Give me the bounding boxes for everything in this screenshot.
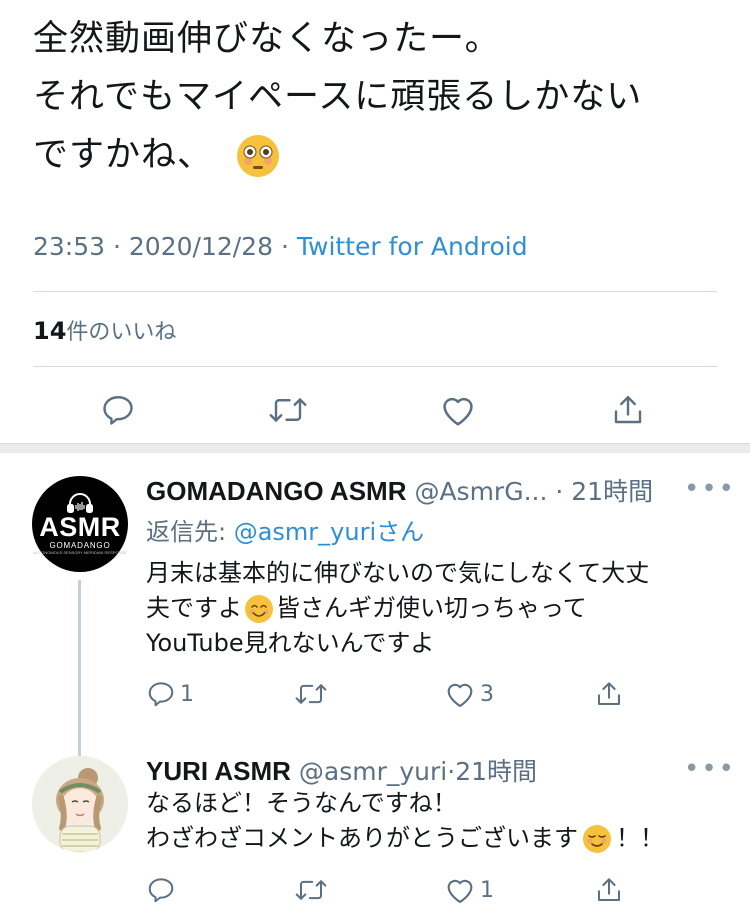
reply-icon — [148, 682, 174, 707]
tweet-line-2: それでもマイペースに頑張るしかない — [33, 77, 643, 117]
reply-age: 21時間 — [455, 757, 537, 786]
tweet-source-link[interactable]: Twitter for Android — [297, 232, 528, 261]
reply-line-2b: ！！ — [616, 824, 664, 852]
share-icon — [598, 682, 620, 705]
retweet-icon — [269, 398, 307, 422]
reply-header: YURI ASMR @asmr_yuri·21時間 — [146, 752, 537, 788]
avatar-logo-text: ASMR — [39, 512, 121, 542]
reply-line-3: YouTube見れないんですよ — [146, 629, 435, 657]
avatar-logo-subtext: GOMADANGO — [49, 541, 111, 550]
share-button[interactable] — [594, 872, 624, 908]
reply-line-1: 月末は基本的に伸びないので気にしなくて大丈 — [146, 559, 650, 587]
share-button[interactable] — [598, 385, 658, 435]
reply-line-2a: わざわざコメントありがとうございます — [146, 824, 578, 852]
reply-line-2b: 皆さんギガ使い切っちゃって — [276, 594, 587, 622]
likes-label: 件のいいね — [66, 320, 177, 345]
retweet-button[interactable] — [258, 385, 318, 435]
share-icon — [598, 878, 620, 901]
reply-icon — [103, 396, 133, 425]
header-dot: · — [447, 757, 456, 786]
tweet-meta: 23:53 · 2020/12/28 · Twitter for Android — [33, 232, 528, 261]
like-button[interactable] — [428, 385, 488, 435]
reply-line-2a: 夫ですよ — [146, 594, 242, 622]
reply-button[interactable] — [88, 385, 148, 435]
tweet-text: 全然動画伸びなくなったー。 それでもマイペースに頑張るしかない ですかね、 — [33, 10, 723, 184]
heart-icon — [447, 879, 473, 904]
reply-to-handle[interactable]: @asmr_yuriさん — [234, 518, 424, 546]
reply-icon — [148, 878, 174, 903]
section-separator — [0, 443, 750, 453]
retweet-button[interactable] — [294, 872, 328, 908]
reply-line-2: 夫ですよ 皆さんギガ使い切っちゃって — [146, 591, 649, 626]
headphones-icon — [67, 493, 93, 513]
illustrated-avatar-icon — [32, 756, 128, 852]
avatar-logo-tagline: AUTONOMOUS SENSORY MERIDIAN RESPONSE — [33, 550, 127, 555]
more-options-button[interactable]: ••• — [684, 474, 736, 504]
flushed-face-icon — [237, 135, 280, 177]
like-button[interactable]: 1 — [444, 872, 494, 908]
divider — [33, 366, 717, 367]
heart-icon — [443, 397, 473, 426]
like-button[interactable]: 3 — [444, 676, 494, 712]
meta-dot-1: · — [113, 232, 121, 261]
reply-header: GOMADANGO ASMR @AsmrG... · 21時間 — [146, 472, 653, 508]
retweet-icon — [295, 684, 327, 704]
divider — [33, 291, 717, 292]
retweet-icon — [295, 880, 327, 900]
reply-to-label: 返信先: — [146, 518, 234, 546]
thread-line — [78, 580, 81, 756]
like-count: 1 — [480, 877, 494, 903]
tweet-time: 23:53 — [33, 232, 106, 261]
user-name[interactable]: YURI ASMR — [146, 756, 291, 786]
reply-text: 月末は基本的に伸びないので気にしなくて大丈 夫ですよ 皆さんギガ使い切っちゃって… — [146, 556, 649, 661]
retweet-button[interactable] — [294, 676, 328, 712]
more-options-button[interactable]: ••• — [684, 754, 736, 784]
tweet-line-3: ですかね、 — [33, 126, 723, 184]
more-icon: ••• — [684, 754, 737, 784]
more-icon: ••• — [684, 474, 737, 504]
reply-count: 1 — [180, 681, 194, 707]
reply-text: なるほど！そうなんですね！ わざわざコメントありがとうございます ！！ — [146, 786, 664, 856]
user-handle: @asmr_yuri — [298, 757, 448, 786]
reply-button[interactable]: 1 — [146, 676, 194, 712]
reply-to: 返信先: @asmr_yuriさん — [146, 512, 424, 547]
tweet-line-3-text: ですかね、 — [33, 135, 214, 175]
user-name[interactable]: GOMADANGO ASMR — [146, 476, 406, 506]
likes-count: 14 — [33, 317, 67, 345]
tweet-date: 2020/12/28 — [128, 232, 273, 261]
user-handle: @AsmrG... — [414, 477, 548, 506]
reply-button[interactable] — [146, 872, 176, 908]
like-count: 3 — [480, 681, 494, 707]
reply-to-handle-text: @asmr_yuri — [233, 518, 377, 546]
reply-to-suffix: さん — [376, 518, 425, 546]
reply-line-2: わざわざコメントありがとうございます ！！ — [146, 821, 664, 856]
smiling-face-with-smiling-eyes-icon — [245, 595, 273, 623]
reply-age: 21時間 — [571, 477, 654, 506]
header-dot: · — [555, 477, 564, 506]
tweet-line-1: 全然動画伸びなくなったー。 — [33, 19, 501, 59]
avatar[interactable] — [32, 756, 128, 852]
smiling-face-icon — [583, 825, 611, 853]
meta-dot-2: · — [280, 232, 289, 261]
reply-line-1: なるほど！そうなんですね！ — [146, 789, 457, 817]
avatar[interactable]: ASMR GOMADANGO AUTONOMOUS SENSORY MERIDI… — [32, 476, 128, 572]
share-icon — [614, 396, 642, 424]
share-button[interactable] — [594, 676, 624, 712]
heart-icon — [447, 683, 473, 708]
likes-summary-link[interactable]: 14件のいいね — [33, 314, 176, 346]
